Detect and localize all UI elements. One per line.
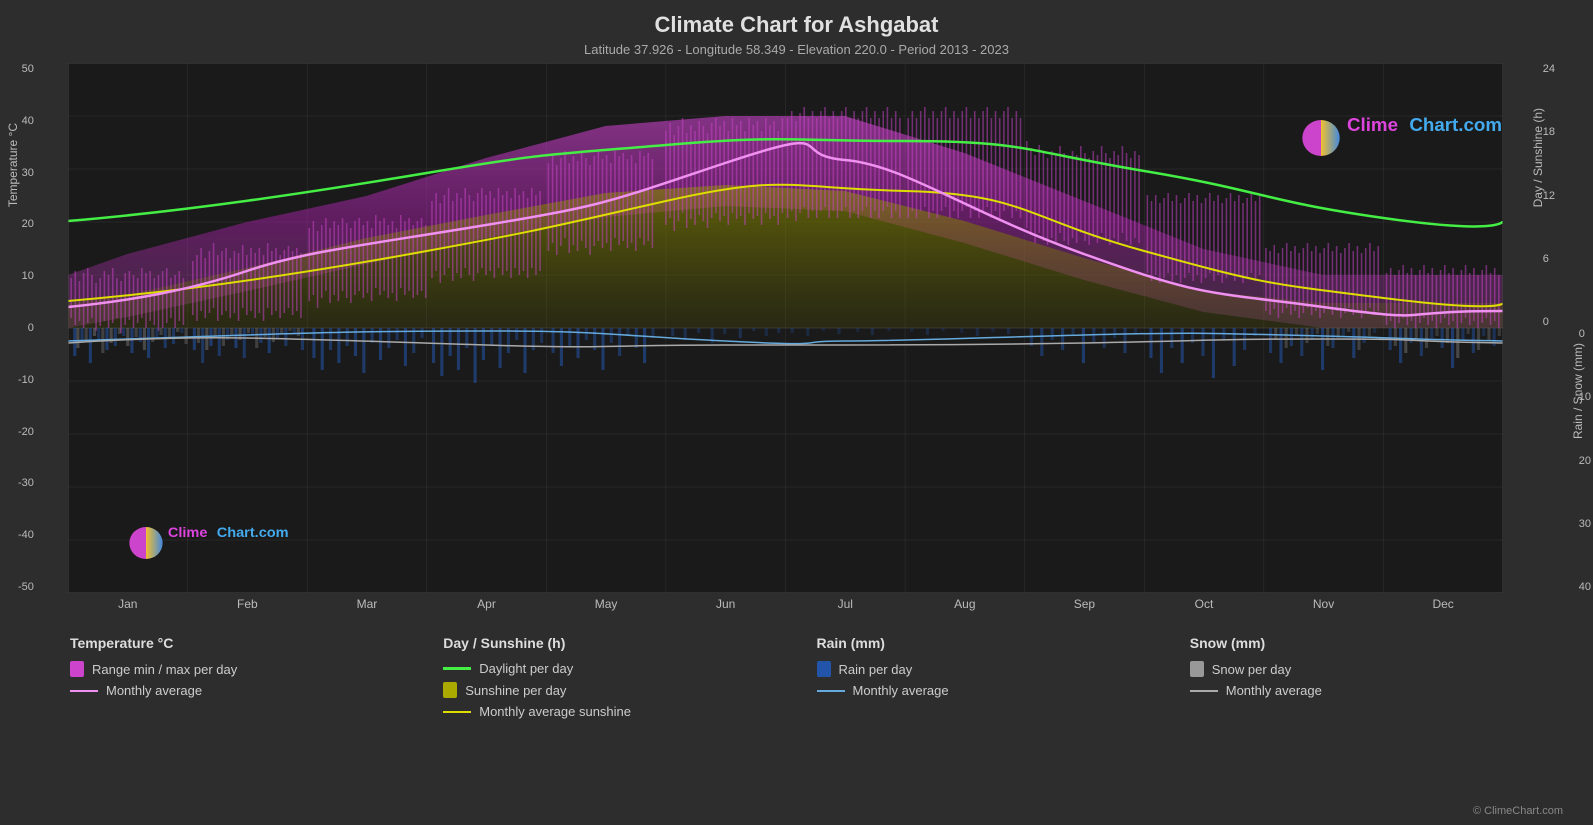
main-container: Climate Chart for Ashgabat Latitude 37.9… bbox=[0, 0, 1593, 825]
month-dec: Dec bbox=[1383, 597, 1503, 611]
copyright: © ClimeChart.com bbox=[1473, 805, 1563, 817]
legend-label-rain-avg: Monthly average bbox=[853, 683, 949, 698]
month-nov: Nov bbox=[1264, 597, 1384, 611]
chart-subtitle: Latitude 37.926 - Longitude 58.349 - Ele… bbox=[0, 42, 1593, 57]
daylight-line bbox=[443, 667, 471, 670]
legend-item-daylight: Daylight per day bbox=[443, 661, 816, 676]
rain-swatch bbox=[817, 661, 831, 677]
sunshine-avg-line bbox=[443, 711, 471, 713]
legend-label-temp-range: Range min / max per day bbox=[92, 662, 237, 677]
month-apr: Apr bbox=[427, 597, 547, 611]
legend-area: Temperature °C Range min / max per day M… bbox=[0, 623, 1593, 724]
legend-col-sunshine: Day / Sunshine (h) Daylight per day Suns… bbox=[443, 635, 816, 719]
legend-label-snow-day: Snow per day bbox=[1212, 662, 1292, 677]
legend-label-sunshine-swatch: Sunshine per day bbox=[465, 683, 566, 698]
month-jul: Jul bbox=[785, 597, 905, 611]
y-label-temperature: Temperature °C bbox=[6, 123, 20, 207]
month-may: May bbox=[546, 597, 666, 611]
legend-label-sunshine-avg: Monthly average sunshine bbox=[479, 704, 631, 719]
svg-text:Chart.com: Chart.com bbox=[1409, 114, 1502, 135]
legend-item-rain-day: Rain per day bbox=[817, 661, 1190, 677]
legend-item-snow-day: Snow per day bbox=[1190, 661, 1563, 677]
legend-item-sunshine-swatch: Sunshine per day bbox=[443, 682, 816, 698]
legend-item-temp-range: Range min / max per day bbox=[70, 661, 443, 677]
svg-text:Clime: Clime bbox=[168, 525, 208, 541]
legend-label-daylight: Daylight per day bbox=[479, 661, 573, 676]
chart-svg: Clime Chart.com Clime Chart.com bbox=[68, 63, 1503, 593]
chart-area: 50 40 30 20 10 0 -10 -20 -30 -40 -50 24 … bbox=[68, 63, 1503, 593]
y-axis-left: 50 40 30 20 10 0 -10 -20 -30 -40 -50 bbox=[18, 63, 34, 593]
y-label-rain: Rain / Snow (mm) bbox=[1571, 343, 1585, 439]
svg-text:Clime: Clime bbox=[1347, 114, 1398, 135]
x-axis-months: Jan Feb Mar Apr May Jun Jul Aug Sep Oct … bbox=[68, 597, 1503, 611]
month-mar: Mar bbox=[307, 597, 427, 611]
legend-col-temperature: Temperature °C Range min / max per day M… bbox=[70, 635, 443, 719]
legend-label-snow-avg: Monthly average bbox=[1226, 683, 1322, 698]
legend-item-temp-avg: Monthly average bbox=[70, 683, 443, 698]
y-label-sunshine: Day / Sunshine (h) bbox=[1531, 108, 1545, 207]
temp-range-swatch bbox=[70, 661, 84, 677]
legend-label-temp-avg: Monthly average bbox=[106, 683, 202, 698]
snow-swatch bbox=[1190, 661, 1204, 677]
month-jun: Jun bbox=[666, 597, 786, 611]
legend-label-rain-day: Rain per day bbox=[839, 662, 913, 677]
month-aug: Aug bbox=[905, 597, 1025, 611]
month-sep: Sep bbox=[1025, 597, 1145, 611]
month-feb: Feb bbox=[188, 597, 308, 611]
month-oct: Oct bbox=[1144, 597, 1264, 611]
rain-avg-line bbox=[817, 690, 845, 692]
legend-title-snow: Snow (mm) bbox=[1190, 635, 1563, 651]
legend-title-rain: Rain (mm) bbox=[817, 635, 1190, 651]
legend-col-rain: Rain (mm) Rain per day Monthly average bbox=[817, 635, 1190, 719]
svg-text:Chart.com: Chart.com bbox=[217, 525, 289, 541]
snow-avg-line bbox=[1190, 690, 1218, 692]
month-jan: Jan bbox=[68, 597, 188, 611]
legend-title-sunshine: Day / Sunshine (h) bbox=[443, 635, 816, 651]
legend-title-temperature: Temperature °C bbox=[70, 635, 443, 651]
sunshine-swatch bbox=[443, 682, 457, 698]
chart-title: Climate Chart for Ashgabat bbox=[0, 0, 1593, 38]
legend-item-snow-avg: Monthly average bbox=[1190, 683, 1563, 698]
legend-col-snow: Snow (mm) Snow per day Monthly average bbox=[1190, 635, 1563, 719]
legend-item-sunshine-avg: Monthly average sunshine bbox=[443, 704, 816, 719]
temp-avg-line bbox=[70, 690, 98, 692]
legend-item-rain-avg: Monthly average bbox=[817, 683, 1190, 698]
